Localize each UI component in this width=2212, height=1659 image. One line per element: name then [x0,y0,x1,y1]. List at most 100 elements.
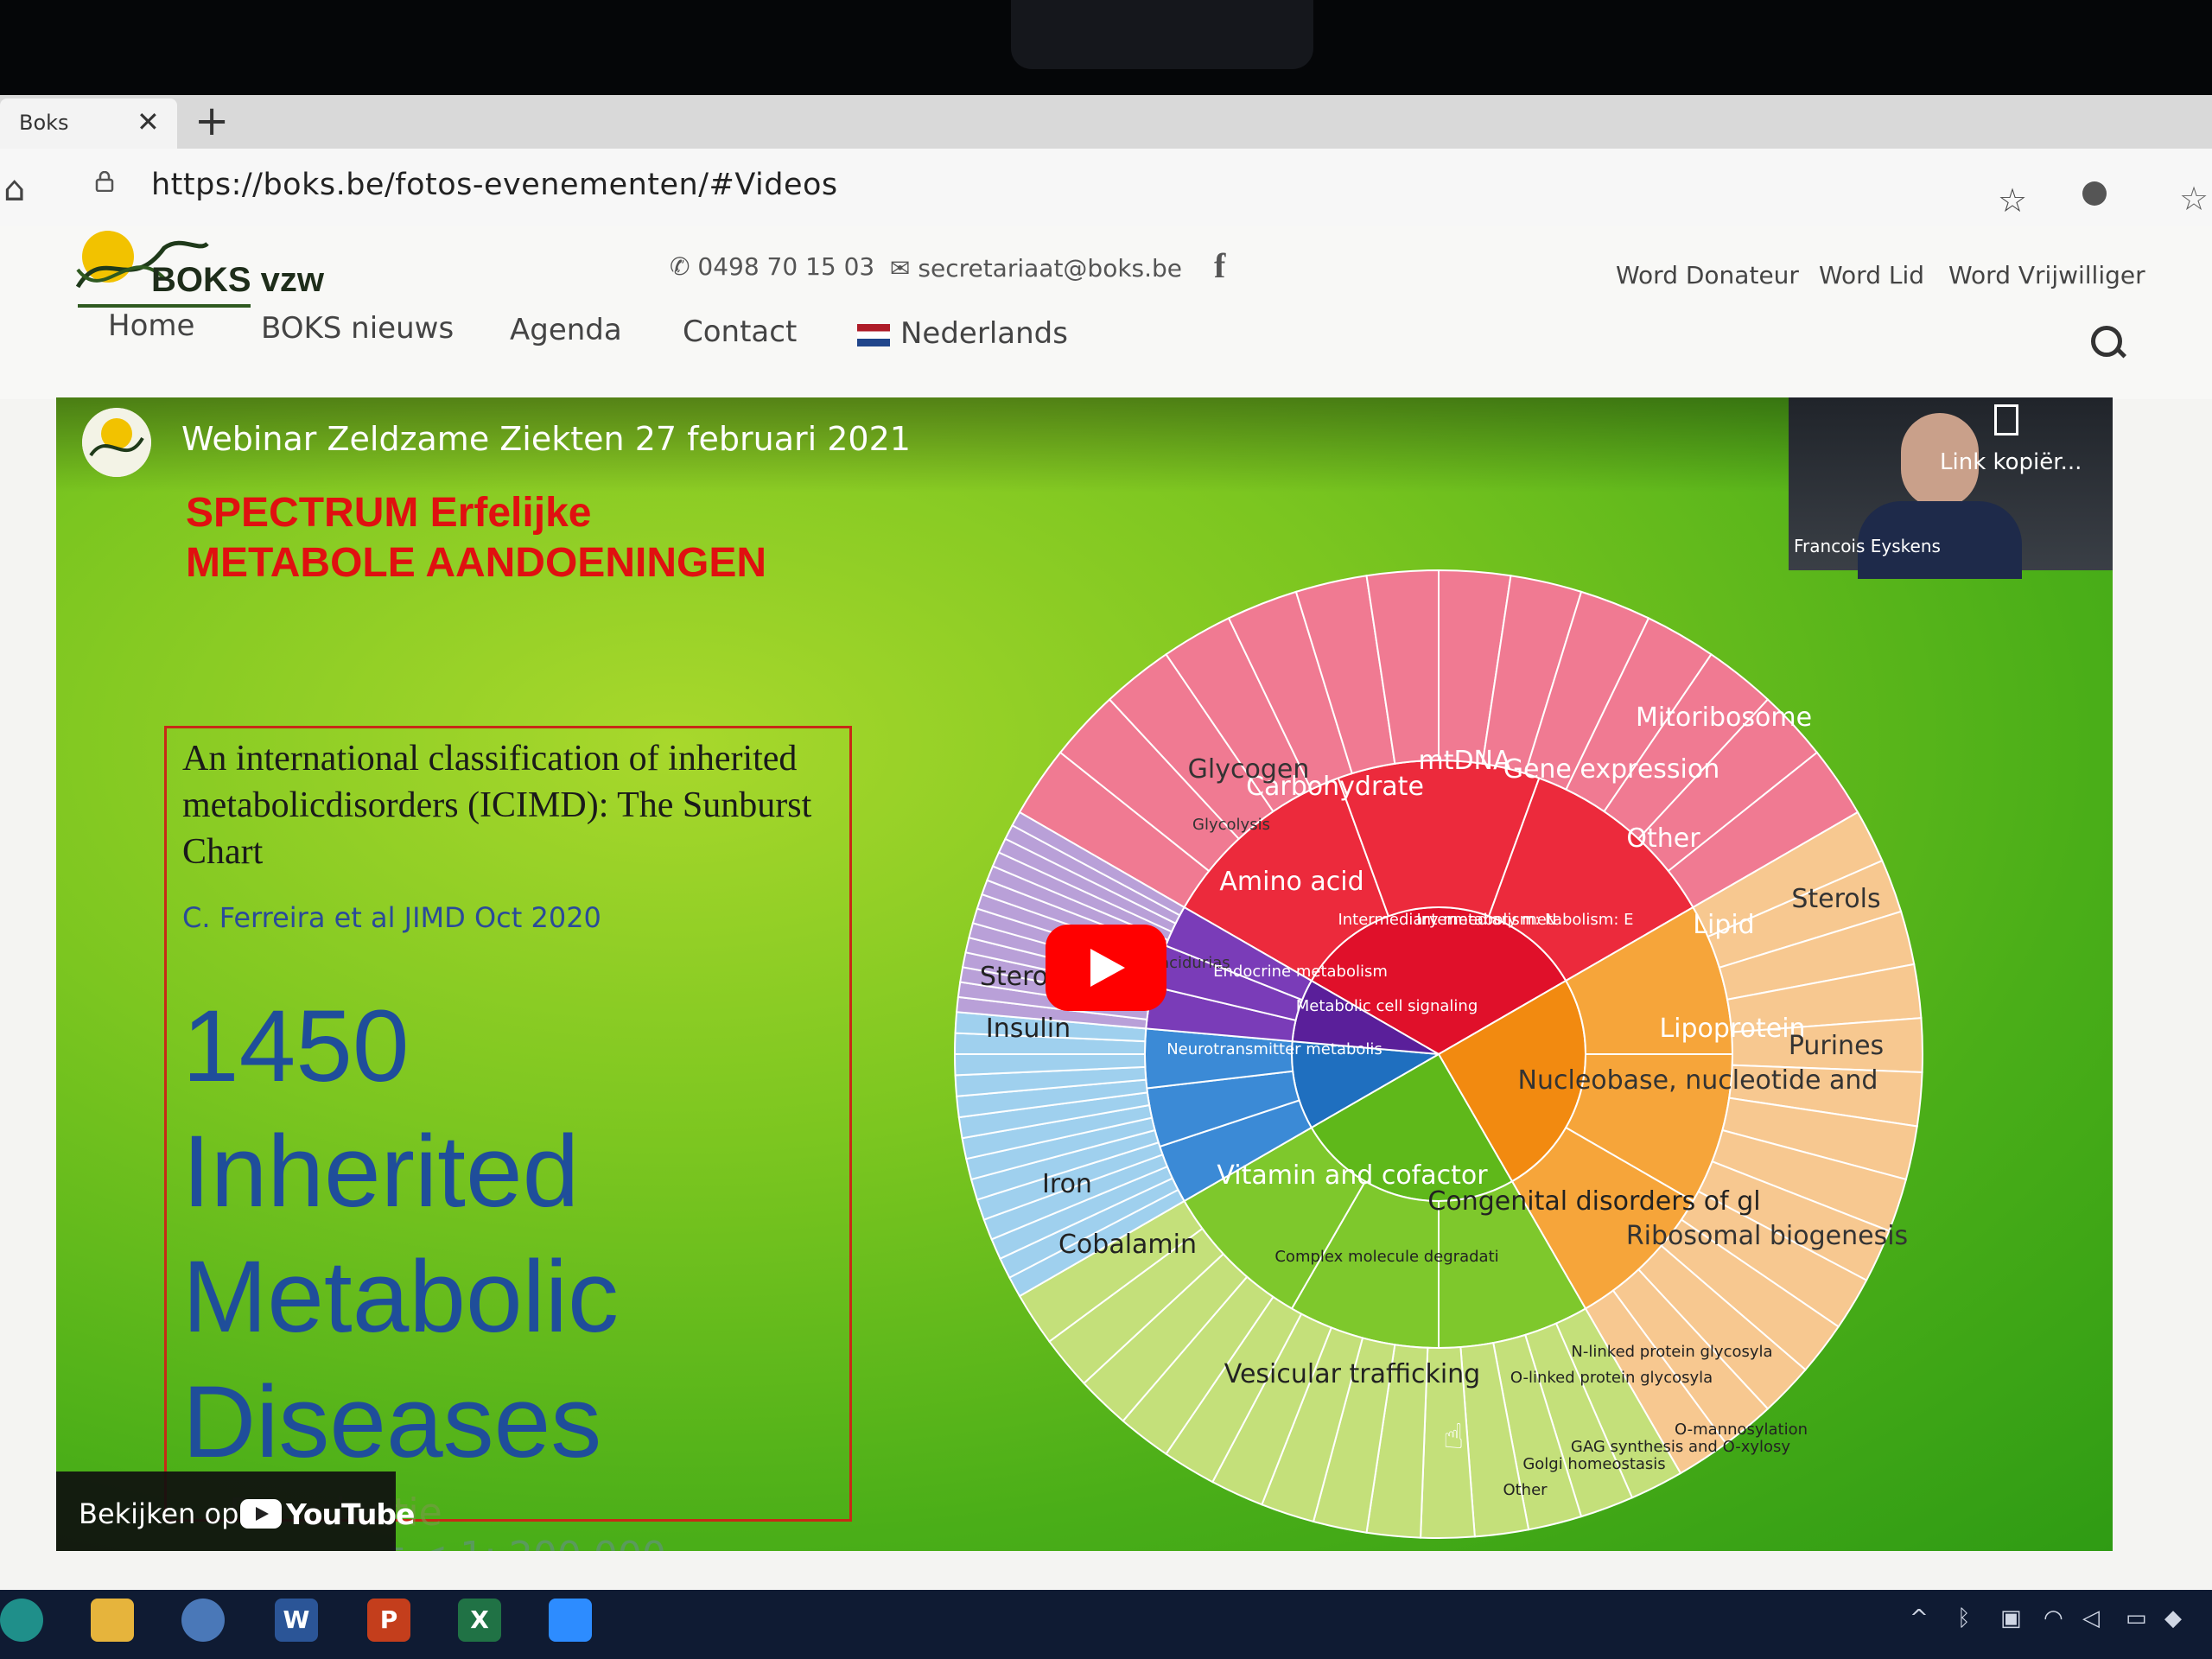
phone-number[interactable]: ✆ 0498 70 15 03 [670,252,874,281]
meet-icon[interactable]: ▣ [2000,1605,2022,1631]
nav-boks-nieuws[interactable]: BOKS nieuws [261,311,454,346]
wifi-icon[interactable]: ◠ [2044,1605,2063,1631]
youtube-wordmark: YouTube [286,1497,415,1531]
slide-prevalence-value: t < 1: 200.000 [389,1534,666,1551]
battery-icon[interactable]: ▭ [2126,1605,2147,1631]
sunburst-label: Golgi homeostasis [1522,1455,1665,1473]
sunburst-label: Glycogen [1188,754,1310,785]
sunburst-label: Lipoprotein [1659,1014,1805,1044]
home-icon[interactable]: ⌂ [3,169,25,209]
sunburst-chart: SteroidsInsulinIronCobalaminAmino acidCa… [953,569,1923,1539]
monitor-bezel [0,0,2212,95]
sunburst-label: Purines [1789,1031,1884,1061]
sunburst-label: Gene expression [1503,754,1720,785]
slide-paper-title: An international classification of inher… [182,739,812,872]
word-vrijwilliger-link[interactable]: Word Vrijwilliger [1948,261,2145,289]
slide-paper-author: C. Ferreira et al JIMD Oct 2020 [182,901,601,934]
slide-heading-line2: METABOLE AANDOENINGEN [186,540,766,586]
sunburst-label: GAG synthesis and O-xylosy [1571,1438,1791,1456]
slide-big-line-inherited: Inherited [182,1115,580,1229]
sunburst-label: N-linked protein glycosyla [1571,1343,1772,1361]
youtube-logo-icon [240,1499,282,1529]
channel-avatar[interactable] [82,408,151,477]
favorite-star-icon[interactable]: ☆ [1998,181,2027,219]
file-explorer-icon[interactable] [91,1599,134,1642]
email-address[interactable]: ✉ secretariaat@boks.be [890,254,1182,283]
edge-icon[interactable] [0,1599,43,1642]
excel-icon[interactable]: X [458,1599,501,1642]
site-header: BOKS vzw ✆ 0498 70 15 03 ✉ secretariaat@… [0,226,2212,399]
monitor-logo [1011,0,1313,69]
sunburst-label: Vesicular trafficking [1224,1359,1480,1389]
facebook-icon[interactable]: f [1214,245,1225,286]
extension-icon[interactable]: ☆ [2179,180,2209,218]
sunburst-label: Iron [1042,1169,1092,1199]
slide-big-line-diseases: Diseases [182,1365,602,1479]
tray-chevron-icon[interactable]: ^ [1910,1605,1929,1631]
webcam-overlay: Link kopiër... Francois Eyskens [1789,397,2113,579]
nav-language[interactable]: Nederlands [857,316,1068,351]
word-donateur-link[interactable]: Word Donateur [1616,261,1799,289]
sunburst-label: Lipid [1693,910,1754,940]
volume-icon[interactable]: ◁ [2082,1605,2100,1631]
browser-window: Boks ✕ + ⌂ https://boks.be/fotos-eveneme… [0,95,2212,1590]
sunburst-label: Ribosomal biogenesis [1626,1221,1908,1251]
sunburst-label: mtDNA [1418,746,1511,776]
tab-bar: Boks ✕ + [0,95,2212,149]
new-tab-button[interactable]: + [194,97,229,145]
bluetooth-icon[interactable]: ᛒ [1957,1605,1971,1631]
slide-text-box: An international classification of inher… [164,726,852,1522]
taskbar: W P X ^ ᛒ ▣ ◠ ◁ ▭ ◆ [0,1590,2212,1659]
sunburst-label: Cobalamin [1058,1230,1197,1260]
search-icon[interactable] [2091,326,2122,357]
outlook-icon[interactable] [181,1599,225,1642]
slide-big-line-metabolic: Metabolic [182,1240,620,1354]
mouse-cursor-icon: ☝ [1443,1417,1465,1457]
sunburst-label: Nucleobase, nucleotide and [1518,1065,1878,1096]
nav-home[interactable]: Home [108,308,194,343]
url-field[interactable]: https://boks.be/fotos-evenementen/#Video… [151,168,838,202]
sunburst-label: Metabolic cell signaling [1296,997,1478,1015]
slide-heading: SPECTRUM Erfelijke METABOLE AANDOENINGEN [186,488,766,588]
logo-text: BOKS vzw [151,261,325,299]
sunburst-label: Other [1626,823,1700,854]
sunburst-label: Endocrine metabolism [1213,963,1388,981]
sunburst-label: Glycolysis [1192,816,1270,834]
sunburst-label: Mitoribosome [1636,702,1812,733]
dropbox-icon[interactable]: ◆ [2164,1605,2182,1631]
nav-contact[interactable]: Contact [683,315,797,349]
phone-text: 0498 70 15 03 [697,252,875,281]
nav-agenda[interactable]: Agenda [510,313,622,347]
powerpoint-icon[interactable]: P [367,1599,410,1642]
youtube-video-player[interactable]: Webinar Zeldzame Ziekten 27 februari 202… [56,397,2113,1551]
close-icon[interactable]: ✕ [137,105,160,138]
tab-title: Boks [19,111,69,135]
lock-icon[interactable] [95,171,114,192]
profile-icon[interactable] [2082,181,2107,206]
watch-on-label: Bekijken op [79,1497,239,1530]
slide-big-number: 1450 [182,989,410,1103]
video-title[interactable]: Webinar Zeldzame Ziekten 27 februari 202… [181,420,911,458]
sunburst-label: Complex molecule degradati [1274,1248,1498,1266]
sunburst-label: Sterols [1791,884,1880,914]
zoom-icon[interactable] [549,1599,592,1642]
copy-link-label[interactable]: Link kopiër... [1940,449,2082,475]
slide-heading-line1: SPECTRUM Erfelijke [186,490,592,536]
dutch-flag-icon [857,323,890,346]
language-label: Nederlands [900,316,1068,351]
play-button[interactable] [1046,925,1166,1011]
word-icon[interactable]: W [275,1599,318,1642]
sunburst-label: O-mannosylation [1675,1421,1808,1439]
tab-boks[interactable]: Boks ✕ [0,99,177,149]
sunburst-label: O-linked protein glycosyla [1510,1369,1713,1387]
word-lid-link[interactable]: Word Lid [1819,261,1924,289]
sunburst-label: Congenital disorders of gl [1427,1186,1760,1217]
sunburst-label: Insulin [986,1014,1071,1044]
sunburst-label: Neurotransmitter metabolis [1166,1040,1382,1058]
copy-link-icon[interactable] [1994,404,2018,435]
watch-on-youtube-button[interactable]: Bekijken op YouTube [56,1471,415,1551]
email-text: secretariaat@boks.be [918,254,1183,283]
sunburst-label: Vitamin and cofactor [1217,1160,1488,1191]
sunburst-label: Amino acid [1219,867,1363,897]
sunburst-label: Other [1503,1481,1548,1499]
